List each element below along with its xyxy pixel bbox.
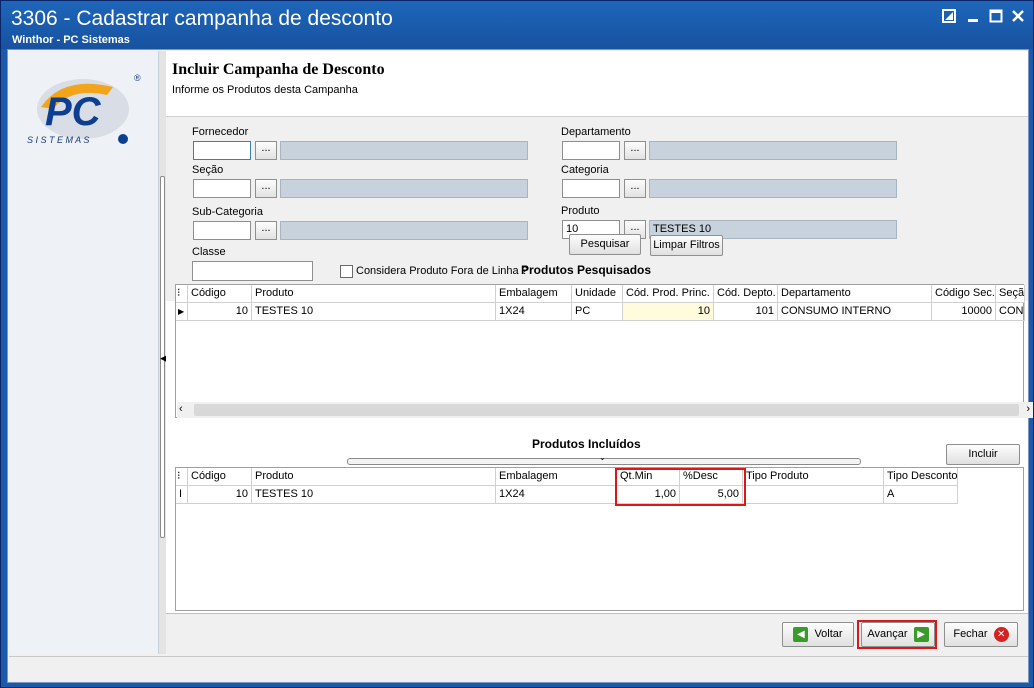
panel-splitter[interactable]: ◀: [159, 51, 167, 654]
table-cell[interactable]: CONSU: [996, 303, 1025, 321]
fornecedor-input[interactable]: [193, 141, 251, 160]
pc-sistemas-logo: PC S I S T E M A S ®: [23, 65, 147, 147]
svg-text:S I S T E M A S: S I S T E M A S: [27, 135, 89, 145]
column-header[interactable]: Código: [188, 468, 252, 486]
title-bar: 3306 - Cadastrar campanha de desconto Wi…: [1, 1, 1033, 49]
limpar-filtros-button[interactable]: Limpar Filtros: [650, 235, 723, 256]
arrow-left-icon: ◀: [793, 626, 809, 642]
table-cell[interactable]: 10000: [932, 303, 996, 321]
categoria-description: [649, 179, 897, 198]
fornecedor-lookup-button[interactable]: ...: [255, 141, 277, 160]
highlight-box: [615, 468, 746, 506]
restore-icon[interactable]: [941, 9, 957, 25]
table-cell[interactable]: 10: [188, 303, 252, 321]
close-circle-icon: ✕: [993, 626, 1009, 642]
fechar-label: Fechar: [953, 628, 988, 640]
table-cell[interactable]: A: [884, 486, 958, 504]
table-cell[interactable]: 1X24: [496, 486, 617, 504]
categoria-lookup-button[interactable]: ...: [624, 179, 646, 198]
scroll-right-icon[interactable]: ›: [1026, 403, 1030, 415]
table-cell[interactable]: 101: [714, 303, 778, 321]
fechar-button[interactable]: Fechar ✕: [944, 622, 1018, 647]
voltar-button[interactable]: ◀ Voltar: [782, 622, 854, 647]
departamento-input[interactable]: [562, 141, 620, 160]
produto-label: Produto: [561, 205, 600, 217]
table-cell[interactable]: 10: [623, 303, 714, 321]
subcategoria-label: Sub-Categoria: [192, 206, 263, 218]
departamento-description: [649, 141, 897, 160]
secao-description: [280, 179, 528, 198]
column-header[interactable]: Seção: [996, 285, 1025, 303]
column-header[interactable]: Embalagem: [496, 468, 617, 486]
text-cursor-icon: I: [176, 486, 188, 504]
pesquisados-title: Produtos Pesquisados: [521, 263, 652, 277]
scroll-left-icon[interactable]: ‹: [179, 403, 183, 415]
table-cell[interactable]: CONSUMO INTERNO: [778, 303, 932, 321]
highlight-box: [857, 620, 937, 649]
page-title: Incluir Campanha de Desconto: [172, 61, 385, 78]
voltar-label: Voltar: [814, 628, 843, 640]
column-header[interactable]: Tipo Produto: [743, 468, 884, 486]
table-cell[interactable]: 1X24: [496, 303, 572, 321]
row-indicator-icon: ▶: [176, 303, 188, 321]
column-header[interactable]: Tipo Desconto: [884, 468, 958, 486]
subcategoria-description: [280, 221, 528, 240]
incluidos-title: Produtos Incluídos: [532, 437, 641, 451]
grid-options-icon[interactable]: ⁝: [176, 468, 188, 486]
fornecedor-label: Fornecedor: [192, 126, 249, 138]
column-header[interactable]: Embalagem: [496, 285, 572, 303]
column-header[interactable]: Código Sec.: [932, 285, 996, 303]
close-icon[interactable]: [1010, 9, 1026, 25]
form-frame: PC S I S T E M A S ® ◀ Incluir Campanha …: [7, 49, 1033, 683]
table-cell[interactable]: [743, 486, 884, 504]
column-header[interactable]: Cód. Depto.: [714, 285, 778, 303]
table-cell[interactable]: PC: [572, 303, 623, 321]
fora-de-linha-checkbox[interactable]: [340, 265, 353, 278]
categoria-input[interactable]: [562, 179, 620, 198]
pesquisados-grid[interactable]: ⁝ Código Produto Embalagem Unidade Cód. …: [175, 284, 1033, 418]
column-header[interactable]: Unidade: [572, 285, 623, 303]
column-header[interactable]: Produto: [252, 285, 496, 303]
classe-label: Classe: [192, 246, 226, 258]
table-cell[interactable]: 10: [188, 486, 252, 504]
scrollbar-thumb[interactable]: [194, 404, 1019, 416]
app-window: 3306 - Cadastrar campanha de desconto Wi…: [0, 0, 1034, 688]
grid-options-icon[interactable]: ⁝: [176, 285, 188, 303]
column-header[interactable]: Cód. Prod. Princ.: [623, 285, 714, 303]
secao-input[interactable]: [193, 179, 251, 198]
column-header[interactable]: Produto: [252, 468, 496, 486]
page-header: Incluir Campanha de Desconto Informe os …: [166, 51, 1028, 117]
svg-text:PC: PC: [45, 90, 102, 134]
incluidos-grid[interactable]: ⁝ Código Produto Embalagem Qt.Min %Desc …: [175, 467, 1024, 611]
subcategoria-input[interactable]: [193, 221, 251, 240]
chevron-down-icon[interactable]: ⌄: [599, 453, 606, 462]
categoria-label: Categoria: [561, 164, 609, 176]
window-subtitle: Winthor - PC Sistemas: [12, 34, 130, 46]
pesquisar-button[interactable]: Pesquisar: [569, 234, 641, 255]
fornecedor-description: [280, 141, 528, 160]
minimize-icon[interactable]: [965, 9, 981, 25]
footer-bar: ◀ Voltar Avançar ▶ Fechar ✕: [166, 613, 1028, 654]
classe-input[interactable]: [192, 261, 313, 281]
departamento-lookup-button[interactable]: ...: [624, 141, 646, 160]
incluir-button[interactable]: Incluir: [946, 444, 1020, 465]
maximize-icon[interactable]: [988, 9, 1004, 25]
subcategoria-lookup-button[interactable]: ...: [255, 221, 277, 240]
main-content: Incluir Campanha de Desconto Informe os …: [166, 51, 1033, 654]
secao-label: Seção: [192, 164, 224, 176]
svg-text:®: ®: [134, 73, 141, 83]
window-title: 3306 - Cadastrar campanha de desconto: [11, 7, 393, 30]
column-header[interactable]: Departamento: [778, 285, 932, 303]
column-header[interactable]: Código: [188, 285, 252, 303]
left-panel: PC S I S T E M A S ®: [9, 51, 159, 654]
table-cell[interactable]: TESTES 10: [252, 486, 496, 504]
horizontal-scrollbar[interactable]: ‹ ›: [177, 402, 1033, 418]
departamento-label: Departamento: [561, 126, 631, 138]
fora-de-linha-label[interactable]: Considera Produto Fora de Linha ?: [356, 265, 528, 277]
status-bar: [9, 656, 1028, 682]
table-cell[interactable]: TESTES 10: [252, 303, 496, 321]
page-subtitle: Informe os Produtos desta Campanha: [172, 84, 358, 96]
secao-lookup-button[interactable]: ...: [255, 179, 277, 198]
